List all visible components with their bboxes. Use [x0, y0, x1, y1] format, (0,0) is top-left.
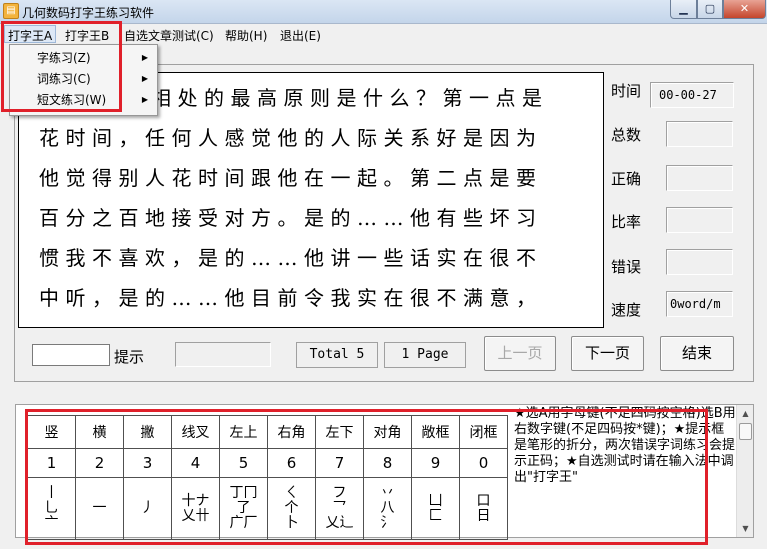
typing-king-a-dropdown: 字练习(Z) ▶ 词练习(C) ▶ 短文练习(W) ▶ [9, 44, 158, 116]
stroke-number-cell: 5 [219, 448, 268, 478]
stroke-number-cell: 9 [411, 448, 460, 478]
stroke-number-cell: 8 [363, 448, 412, 478]
stroke-glyph-cell: フ 乛 乂辶 [315, 477, 364, 540]
speed-value: 0word/m [666, 291, 733, 317]
stroke-name-cell: 敞框 [411, 415, 460, 449]
error-label: 错误 [611, 258, 642, 276]
stroke-name-cell: 右角 [267, 415, 316, 449]
stroke-number-cell: 0 [459, 448, 508, 478]
menu-typing-king-b[interactable]: 打字王B [65, 27, 109, 44]
stroke-name-cell: 线叉 [171, 415, 220, 449]
time-label: 时间 [611, 82, 642, 100]
stroke-glyph-cell: 口 日 [459, 477, 508, 540]
time-value: 00-00-27 [650, 82, 734, 108]
ratio-label: 比率 [611, 213, 642, 231]
stroke-glyph-cell: 凵 匚 [411, 477, 460, 540]
stroke-number-cell: 4 [171, 448, 220, 478]
stroke-name-cell: 横 [75, 415, 124, 449]
scroll-down-icon[interactable]: ▼ [737, 521, 754, 536]
text-line-3: 他觉得别人花时间跟他在一起。第二点是要 [39, 166, 543, 190]
stroke-glyph-cell: 十ナ 乂卄 [171, 477, 220, 540]
text-line-1: 相处的最高原则是什么？第一点是 [151, 86, 549, 110]
submenu-arrow-icon: ▶ [141, 53, 148, 62]
stroke-number-cell: 2 [75, 448, 124, 478]
dropdown-item-char-practice[interactable]: 字练习(Z) ▶ [13, 48, 154, 68]
stroke-glyph-cell: 丷 八 氵 [363, 477, 412, 540]
scroll-thumb[interactable] [739, 423, 752, 440]
menu-typing-king-a[interactable]: 打字王A [4, 25, 57, 43]
hint-label: 提示 [114, 348, 145, 366]
submenu-arrow-icon: ▶ [141, 74, 148, 83]
dropdown-item-word-practice[interactable]: 词练习(C) ▶ [13, 69, 154, 89]
stroke-glyph-cell: 丨 乚 亠 [27, 477, 76, 540]
ratio-value [666, 207, 733, 233]
hint-value [175, 342, 271, 367]
correct-label: 正确 [611, 170, 642, 188]
stroke-number-cell: 7 [315, 448, 364, 478]
text-line-4: 百分之百地接受对方。是的……他有些坏习 [39, 206, 543, 230]
total-value [666, 121, 733, 147]
window-title: 几何数码打字王练习软件 [22, 6, 155, 20]
stroke-glyph-cell: ㄑ 个 卜 [267, 477, 316, 540]
help-scrollbar[interactable]: ▲ ▼ [736, 405, 753, 537]
help-text: ★选A用字母键(不足四码按空格)选B用右数字键(不足四码按*键)；★提示框是笔形… [514, 406, 736, 485]
total-info: Total 5 [296, 342, 378, 368]
stroke-number-cell: 1 [27, 448, 76, 478]
submenu-arrow-icon: ▶ [141, 95, 148, 104]
prev-page-button[interactable]: 上一页 [484, 336, 556, 371]
stroke-table: 竖 横 撇 线叉 左上 右角 左下 对角 敞框 闭框 1 2 3 4 5 6 7… [27, 415, 508, 540]
title-bar: ▤ 几何数码打字王练习软件 ▁ ▢ ✕ [0, 0, 767, 24]
text-line-5: 惯我不喜欢，是的……他讲一些话实在很不 [39, 246, 543, 270]
stroke-number-cell: 3 [123, 448, 172, 478]
menu-custom-article-test[interactable]: 自选文章测试(C) [124, 27, 214, 44]
stroke-glyph-cell: 丿 [123, 477, 172, 540]
close-button[interactable]: ✕ [723, 0, 766, 19]
stroke-name-cell: 左上 [219, 415, 268, 449]
menu-help[interactable]: 帮助(H) [225, 27, 267, 44]
scroll-up-icon[interactable]: ▲ [737, 406, 754, 421]
correct-value [666, 165, 733, 191]
dropdown-item-label: 词练习(C) [37, 72, 91, 86]
text-line-2: 花时间，任何人感觉他的人际关系好是因为 [39, 126, 543, 150]
dropdown-item-label: 短文练习(W) [37, 93, 107, 107]
dropdown-item-label: 字练习(Z) [37, 51, 91, 65]
dropdown-item-short-text-practice[interactable]: 短文练习(W) ▶ [13, 90, 154, 110]
total-label: 总数 [611, 126, 642, 144]
next-page-button[interactable]: 下一页 [571, 336, 644, 371]
stroke-name-cell: 撇 [123, 415, 172, 449]
typing-input[interactable] [32, 344, 110, 366]
stroke-name-cell: 对角 [363, 415, 412, 449]
speed-label: 速度 [611, 301, 642, 319]
stroke-name-cell: 竖 [27, 415, 76, 449]
minimize-button[interactable]: ▁ [670, 0, 697, 19]
stroke-glyph-cell: 丁冂 了 广厂 [219, 477, 268, 540]
text-line-6: 中听，是的……他目前令我实在很不满意， [39, 286, 543, 310]
stroke-number-cell: 6 [267, 448, 316, 478]
error-value [666, 249, 733, 275]
end-button[interactable]: 结束 [660, 336, 734, 371]
maximize-button[interactable]: ▢ [697, 0, 723, 19]
stroke-name-cell: 左下 [315, 415, 364, 449]
menu-bar: 打字王A 打字王B 自选文章测试(C) 帮助(H) 退出(E) [0, 24, 767, 44]
stroke-name-cell: 闭框 [459, 415, 508, 449]
menu-exit[interactable]: 退出(E) [280, 27, 321, 44]
stroke-glyph-cell: 一 [75, 477, 124, 540]
page-info: 1 Page [384, 342, 466, 368]
app-icon: ▤ [3, 3, 19, 19]
